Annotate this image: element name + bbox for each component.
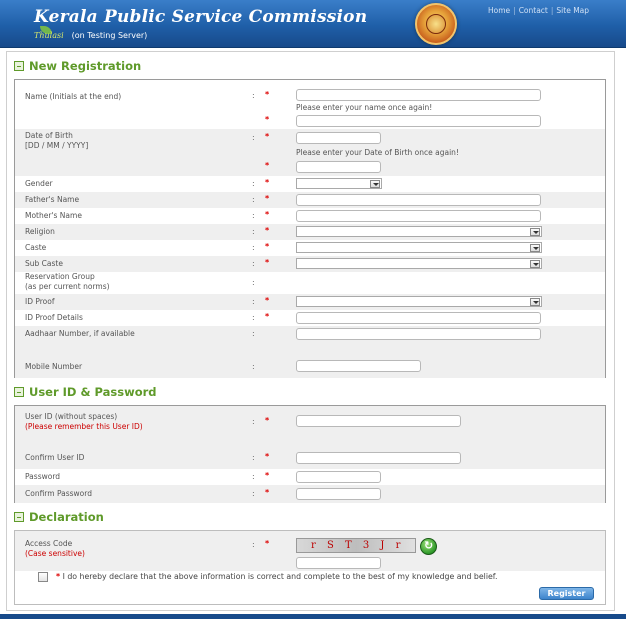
idproof-select[interactable] xyxy=(296,296,542,307)
mother-row: Mother's Name : * xyxy=(15,208,605,224)
aadhaar-row: Aadhaar Number, if available : xyxy=(15,326,605,356)
password-label: Password xyxy=(25,472,61,481)
religion-row: Religion : * xyxy=(15,224,605,240)
aadhaar-label: Aadhaar Number, if available xyxy=(25,329,135,338)
chevron-down-icon xyxy=(530,244,540,252)
caste-row: Caste : * xyxy=(15,240,605,256)
chevron-down-icon xyxy=(370,180,380,188)
mobile-input[interactable] xyxy=(296,360,421,372)
section-collapse-icon xyxy=(14,61,24,71)
religion-select[interactable] xyxy=(296,226,542,237)
contact-link[interactable]: Contact xyxy=(519,6,548,15)
confirm-password-label: Confirm Password xyxy=(25,489,92,498)
confirm-userid-input[interactable] xyxy=(296,452,461,464)
father-label: Father's Name xyxy=(25,195,80,204)
mobile-row: Mobile Number : xyxy=(15,356,605,378)
subcaste-label: Sub Caste xyxy=(25,259,63,268)
access-code-label: Access Code (Case sensitive) xyxy=(25,539,85,558)
chevron-down-icon xyxy=(530,260,540,268)
access-code-row: Access Code (Case sensitive) : * r S T 3 … xyxy=(15,531,605,571)
section-collapse-icon xyxy=(14,512,24,522)
brand-name: Thulasi xyxy=(34,31,64,40)
dob-label: Date of Birth [DD / MM / YYYY] xyxy=(25,131,89,150)
emblem-inner xyxy=(426,14,446,34)
site-title: Kerala Public Service Commission xyxy=(34,7,368,27)
name-row: Name (Initials at the end) : * Please en… xyxy=(15,80,605,128)
dob-row: Date of Birth [DD / MM / YYYY] : * Please… xyxy=(15,129,605,176)
idproof-row: ID Proof : * xyxy=(15,294,605,310)
registration-box: Name (Initials at the end) : * Please en… xyxy=(14,79,606,378)
declaration-box: Access Code (Case sensitive) : * r S T 3 … xyxy=(14,530,606,605)
top-links: Home | Contact | Site Map xyxy=(488,6,590,15)
declaration-text: * I do hereby declare that the above inf… xyxy=(56,572,498,581)
refresh-captcha-icon[interactable] xyxy=(420,538,437,555)
kpsc-emblem-icon xyxy=(415,3,457,45)
password-input[interactable] xyxy=(296,471,381,483)
register-button[interactable]: Register xyxy=(539,587,594,600)
section-collapse-icon xyxy=(14,387,24,397)
userid-label: User ID (without spaces) (Please remember… xyxy=(25,412,143,431)
userid-input[interactable] xyxy=(296,415,461,427)
bottom-bar xyxy=(0,614,626,619)
dob-input[interactable] xyxy=(296,132,381,144)
page-header: Kerala Public Service Commission Thulasi… xyxy=(0,0,626,48)
gender-label: Gender xyxy=(25,179,53,188)
case-sensitive-note: (Case sensitive) xyxy=(25,549,85,558)
confirm-password-input[interactable] xyxy=(296,488,381,500)
idproof-details-label: ID Proof Details xyxy=(25,313,83,322)
new-registration-heading: New Registration xyxy=(14,59,141,73)
home-link[interactable]: Home xyxy=(488,6,510,15)
name-label: Name (Initials at the end) xyxy=(25,92,122,101)
credentials-box: User ID (without spaces) (Please remember… xyxy=(14,405,606,503)
caste-label: Caste xyxy=(25,243,47,252)
confirm-password-row: Confirm Password : * xyxy=(15,485,605,503)
sitemap-link[interactable]: Site Map xyxy=(556,6,589,15)
caste-select[interactable] xyxy=(296,242,542,253)
mother-label: Mother's Name xyxy=(25,211,82,220)
userid-password-heading: User ID & Password xyxy=(14,385,157,399)
server-info: Thulasi (on Testing Server) xyxy=(34,31,147,40)
declaration-row: * I do hereby declare that the above inf… xyxy=(14,571,606,585)
idproof-label: ID Proof xyxy=(25,297,55,306)
password-row: Password : * xyxy=(15,469,605,485)
idproof-details-row: ID Proof Details : * xyxy=(15,310,605,326)
mother-name-input[interactable] xyxy=(296,210,541,222)
userid-row: User ID (without spaces) (Please remember… xyxy=(15,406,605,451)
subcaste-select[interactable] xyxy=(296,258,542,269)
aadhaar-input[interactable] xyxy=(296,328,541,340)
idproof-details-input[interactable] xyxy=(296,312,541,324)
confirm-userid-label: Confirm User ID xyxy=(25,453,85,462)
confirm-userid-row: Confirm User ID : * xyxy=(15,451,605,469)
declaration-checkbox[interactable] xyxy=(38,572,48,582)
mobile-label: Mobile Number xyxy=(25,362,83,371)
name-again-hint: Please enter your name once again! xyxy=(296,103,433,112)
server-note: (on Testing Server) xyxy=(71,31,148,40)
declaration-heading: Declaration xyxy=(14,510,104,524)
subcaste-row: Sub Caste : * xyxy=(15,256,605,272)
reservation-row: Reservation Group (as per current norms) … xyxy=(25,272,255,291)
father-name-input[interactable] xyxy=(296,194,541,206)
gender-select[interactable] xyxy=(296,178,382,189)
gender-row: Gender : * xyxy=(15,176,605,192)
name-input[interactable] xyxy=(296,89,541,101)
captcha-image: r S T 3 J r xyxy=(296,538,416,553)
chevron-down-icon xyxy=(530,298,540,306)
registration-panel: New Registration Name (Initials at the e… xyxy=(6,51,615,611)
religion-label: Religion xyxy=(25,227,55,236)
name-confirm-input[interactable] xyxy=(296,115,541,127)
chevron-down-icon xyxy=(530,228,540,236)
father-row: Father's Name : * xyxy=(15,192,605,208)
dob-confirm-input[interactable] xyxy=(296,161,381,173)
dob-again-hint: Please enter your Date of Birth once aga… xyxy=(296,148,459,157)
reservation-label: Reservation Group (as per current norms) xyxy=(25,272,110,291)
userid-note: (Please remember this User ID) xyxy=(25,422,143,431)
access-code-input[interactable] xyxy=(296,557,381,569)
